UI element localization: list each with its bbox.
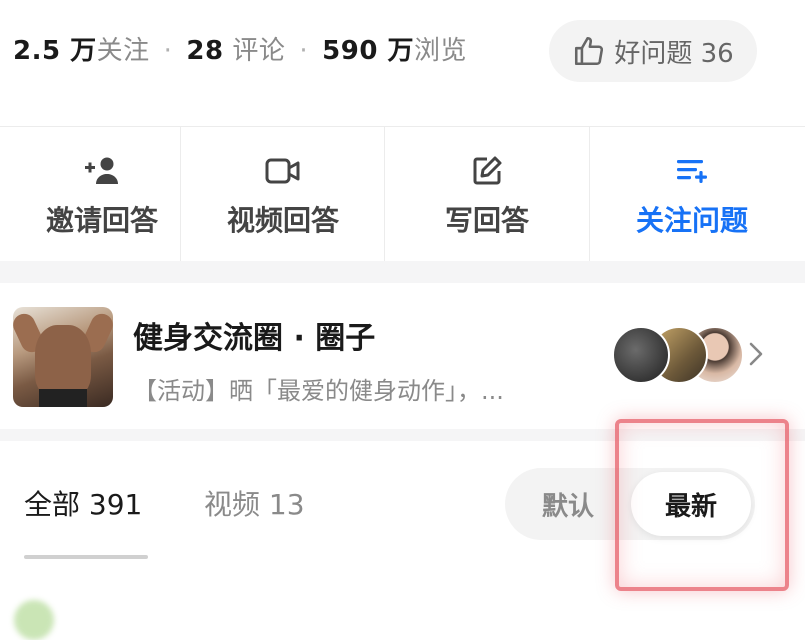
video-camera-icon (263, 151, 303, 191)
question-stats-bar: 2.5 万关注 · 28 评论 · 590 万浏览 好问题 36 (0, 0, 805, 126)
member-avatars (612, 326, 744, 384)
sort-default-option[interactable]: 默认 (542, 486, 594, 523)
views-label: 浏览 (413, 36, 467, 66)
video-answer-label: 视频回答 (226, 204, 339, 237)
write-answer-label: 写回答 (444, 204, 529, 237)
comments-count[interactable]: 28 (186, 36, 223, 66)
question-actions: 邀请回答 视频回答 写回答 关注问题 (0, 126, 805, 262)
answer-tabs-bar: 全部 391 视频 13 默认 最新 (0, 441, 805, 621)
question-stats: 2.5 万关注 · 28 评论 · 590 万浏览 (13, 30, 467, 67)
follow-list-icon (672, 151, 712, 191)
write-answer-button[interactable]: 写回答 (385, 127, 589, 262)
section-gap (0, 261, 805, 283)
followers-label: 关注 (96, 36, 150, 66)
invite-answer-button[interactable]: 邀请回答 (0, 127, 204, 262)
circle-description: 【活动】晒「最爱的健身动作」，... (133, 377, 504, 405)
add-user-icon (82, 151, 122, 191)
good-question-button[interactable]: 好问题 36 (549, 20, 757, 82)
active-tab-indicator (24, 555, 148, 559)
stats-separator: · (299, 36, 309, 66)
circle-title: 健身交流圈 · 圈子 (133, 321, 376, 356)
edit-icon (467, 151, 507, 191)
follow-question-label: 关注问题 (635, 204, 748, 237)
sort-toggle: 默认 最新 (505, 468, 755, 540)
video-answer-button[interactable]: 视频回答 (181, 127, 385, 262)
avatar (14, 600, 54, 640)
invite-answer-label: 邀请回答 (45, 204, 158, 237)
views-count: 590 万 (322, 36, 414, 66)
chevron-right-icon[interactable] (744, 341, 766, 367)
good-question-label: 好问题 36 (614, 38, 734, 69)
circle-thumbnail (13, 307, 113, 407)
follow-question-button[interactable]: 关注问题 (590, 127, 794, 262)
comments-label[interactable]: 评论 (232, 36, 285, 66)
circle-card[interactable]: 健身交流圈 · 圈子 【活动】晒「最爱的健身动作」，... (0, 283, 805, 429)
avatar (612, 326, 670, 384)
followers-count: 2.5 万 (13, 36, 97, 66)
thumbs-up-icon (575, 36, 604, 66)
tab-all-answers[interactable]: 全部 391 (24, 483, 142, 523)
section-gap (0, 429, 805, 441)
stats-separator: · (163, 36, 173, 66)
sort-newest-option[interactable]: 最新 (631, 472, 751, 536)
tab-video-answers[interactable]: 视频 13 (204, 483, 305, 523)
